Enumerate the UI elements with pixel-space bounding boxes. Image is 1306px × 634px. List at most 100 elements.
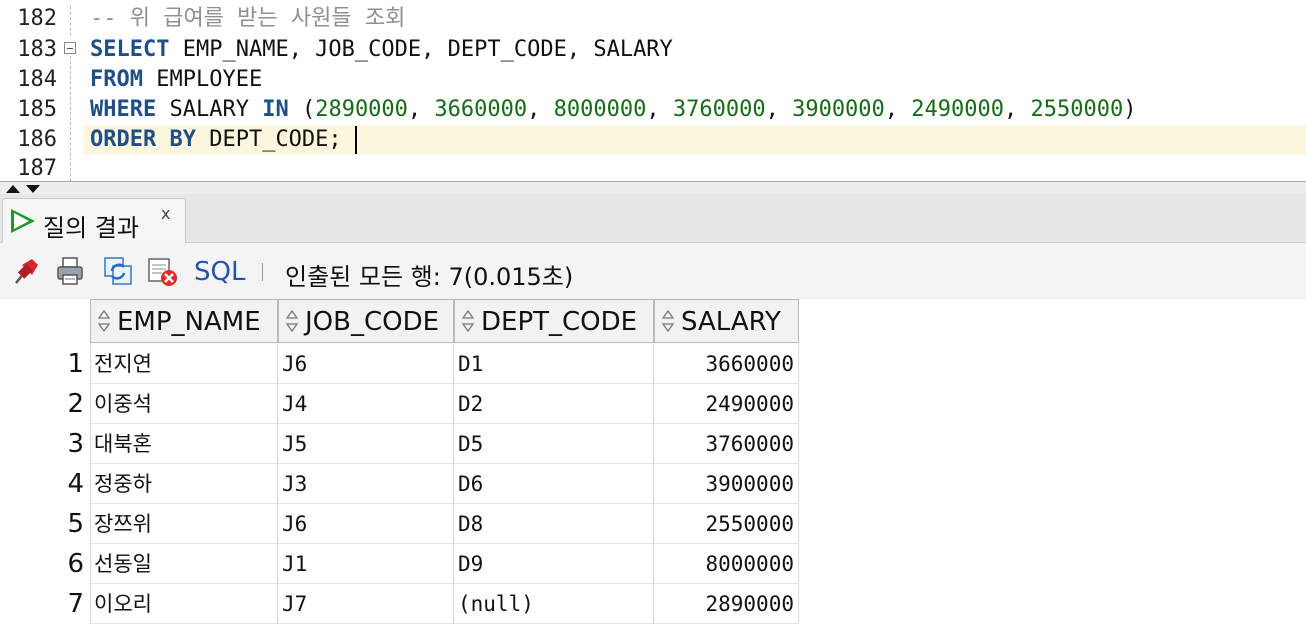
text-caret <box>355 126 357 154</box>
cell-emp-name[interactable]: 정중하 <box>90 464 278 504</box>
cell-dept-code[interactable]: D8 <box>454 504 654 544</box>
column-header-label: JOB_CODE <box>305 307 440 337</box>
sql-comma: , <box>527 97 554 122</box>
row-number[interactable]: 7 <box>0 584 84 624</box>
cell-emp-name[interactable]: 대북혼 <box>90 424 278 464</box>
sort-icon[interactable] <box>461 309 475 333</box>
sql-number: 2550000 <box>1030 97 1124 122</box>
row-number[interactable]: 1 <box>0 344 84 384</box>
pane-splitter[interactable] <box>0 181 1306 194</box>
row-number[interactable]: 4 <box>0 464 84 504</box>
cell-salary[interactable]: 3760000 <box>654 424 799 464</box>
cell-salary[interactable]: 2490000 <box>654 384 799 424</box>
sql-text: ) <box>1123 97 1137 122</box>
cell-job-code[interactable]: J6 <box>278 344 454 384</box>
cell-salary[interactable]: 2550000 <box>654 504 799 544</box>
sql-keyword: FROM <box>90 67 143 92</box>
code-line-185: WHERE SALARY IN (2890000, 3660000, 80000… <box>90 95 1136 125</box>
cell-dept-code[interactable]: D1 <box>454 344 654 384</box>
results-toolbar: SQL 인출된 모든 행: 7(0.015초) <box>0 243 1306 300</box>
cell-salary[interactable]: 2890000 <box>654 584 799 624</box>
line-number: 187 <box>17 156 57 181</box>
code-line-186: ORDER BY DEPT_CODE; <box>90 125 342 155</box>
sort-icon[interactable] <box>285 309 299 333</box>
cell-emp-name[interactable]: 이오리 <box>90 584 278 624</box>
cell-job-code[interactable]: J5 <box>278 424 454 464</box>
results-grid[interactable]: EMP_NAME JOB_CODE DEPT_CODE SALARY 1 전지연… <box>0 299 1306 634</box>
line-number: 183 <box>17 37 57 62</box>
run-arrow-icon <box>11 209 35 233</box>
line-number: 185 <box>17 97 57 122</box>
sql-number: 3900000 <box>792 97 885 122</box>
cell-job-code[interactable]: J4 <box>278 384 454 424</box>
fold-collapse-icon[interactable] <box>64 42 76 54</box>
column-header-dept-code[interactable]: DEPT_CODE <box>454 299 654 343</box>
fetch-status: 인출된 모든 행: 7(0.015초) <box>285 263 574 291</box>
export-delete-icon[interactable] <box>146 255 178 287</box>
column-header-emp-name[interactable]: EMP_NAME <box>90 299 278 343</box>
cell-job-code[interactable]: J6 <box>278 504 454 544</box>
cell-dept-code[interactable]: (null) <box>454 584 654 624</box>
sql-editor[interactable]: 182 183 184 185 186 187 -- 위 급여를 받는 사원들 … <box>0 0 1306 181</box>
grid-line <box>90 343 91 624</box>
sql-text: SALARY <box>156 97 263 122</box>
sql-number: 3760000 <box>672 97 766 122</box>
tab-label: 질의 결과 <box>43 214 139 242</box>
sql-comma: , <box>1004 97 1031 122</box>
column-header-label: DEPT_CODE <box>481 307 638 337</box>
fold-guide <box>70 6 71 36</box>
cell-emp-name[interactable]: 전지연 <box>90 344 278 384</box>
sql-comment: -- 위 급여를 받는 사원들 조회 <box>90 6 406 31</box>
column-header-salary[interactable]: SALARY <box>654 299 799 343</box>
print-icon[interactable] <box>54 255 86 287</box>
cell-emp-name[interactable]: 장쯔위 <box>90 504 278 544</box>
cell-salary[interactable]: 3660000 <box>654 344 799 384</box>
sql-keyword: SELECT <box>90 37 170 62</box>
sql-text: DEPT_CODE; <box>195 127 342 152</box>
sql-keyword: IN <box>262 97 289 122</box>
cell-dept-code[interactable]: D6 <box>454 464 654 504</box>
sql-comma: , <box>646 97 673 122</box>
refresh-icon[interactable] <box>102 255 134 287</box>
cell-dept-code[interactable]: D2 <box>454 384 654 424</box>
arrow-down-icon[interactable] <box>26 185 40 193</box>
sql-comma: , <box>884 97 912 122</box>
row-number[interactable]: 6 <box>0 544 84 584</box>
sql-number: 3660000 <box>434 97 528 122</box>
cell-dept-code[interactable]: D9 <box>454 544 654 584</box>
tab-query-result[interactable]: 질의 결과 x <box>2 198 186 243</box>
sql-keyword: WHERE <box>90 97 157 122</box>
column-header-label: SALARY <box>681 307 781 337</box>
results-tab-bar: 질의 결과 x <box>0 194 1306 243</box>
sql-number: 2890000 <box>315 97 408 122</box>
code-line-183: SELECT EMP_NAME, JOB_CODE, DEPT_CODE, SA… <box>90 35 673 65</box>
cell-dept-code[interactable]: D5 <box>454 424 654 464</box>
row-number[interactable]: 2 <box>0 384 84 424</box>
cell-job-code[interactable]: J3 <box>278 464 454 504</box>
sql-comma: , <box>765 97 793 122</box>
sql-link[interactable]: SQL <box>194 257 245 287</box>
line-number: 182 <box>17 6 57 31</box>
cell-salary[interactable]: 3900000 <box>654 464 799 504</box>
sql-keyword: ORDER BY <box>90 127 196 152</box>
sql-text: EMPLOYEE <box>142 67 263 92</box>
row-number[interactable]: 3 <box>0 424 84 464</box>
close-icon[interactable]: x <box>161 204 170 223</box>
cell-job-code[interactable]: J7 <box>278 584 454 624</box>
cell-emp-name[interactable]: 선동일 <box>90 544 278 584</box>
row-number[interactable]: 5 <box>0 504 84 544</box>
fold-guide <box>70 56 71 181</box>
sort-icon[interactable] <box>661 309 675 333</box>
cell-emp-name[interactable]: 이중석 <box>90 384 278 424</box>
line-number: 184 <box>17 67 57 92</box>
cell-job-code[interactable]: J1 <box>278 544 454 584</box>
sql-number: 2490000 <box>911 97 1005 122</box>
sort-icon[interactable] <box>97 309 111 333</box>
sql-text: ( <box>288 97 316 122</box>
line-number-gutter: 182 183 184 185 186 187 <box>0 0 62 181</box>
cell-salary[interactable]: 8000000 <box>654 544 799 584</box>
pin-icon[interactable] <box>10 255 42 287</box>
column-header-job-code[interactable]: JOB_CODE <box>278 299 454 343</box>
code-line-182: -- 위 급여를 받는 사원들 조회 <box>90 4 405 34</box>
arrow-up-icon[interactable] <box>6 185 20 193</box>
